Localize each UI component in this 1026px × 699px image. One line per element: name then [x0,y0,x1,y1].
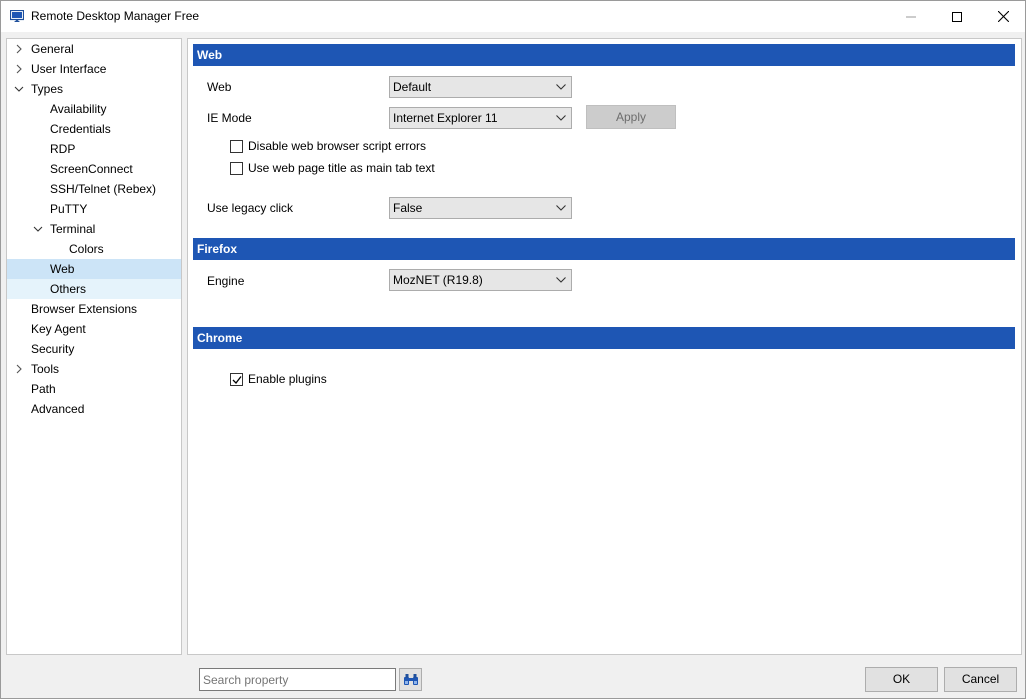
main-window: Remote Desktop Manager Free General User [0,0,1026,699]
enable-plugins-checkbox[interactable] [230,372,243,386]
chevron-right-icon[interactable] [14,64,24,74]
tree-item-security[interactable]: Security [7,339,181,359]
tree-item-label: Colors [69,242,104,256]
web-select-value: Default [393,80,432,94]
binoculars-icon [403,673,418,685]
search-input[interactable] [203,669,395,690]
engine-select-value: MozNET (R19.8) [393,273,483,287]
chevron-right-icon[interactable] [14,44,24,54]
window-title: Remote Desktop Manager Free [31,9,200,23]
minimize-button[interactable] [888,1,934,32]
close-button[interactable] [980,1,1026,32]
chevron-down-icon[interactable] [33,224,43,234]
checkmark-icon [232,375,242,384]
tree-item-label: Key Agent [31,322,86,336]
section-header-firefox: Firefox [193,238,1015,260]
tree-item-screenconnect[interactable]: ScreenConnect [7,159,181,179]
disable-script-errors-label: Disable web browser script errors [248,139,427,153]
disable-script-errors-checkbox[interactable] [230,139,243,153]
tree-item-label: ScreenConnect [50,162,133,176]
ie-mode-label: IE Mode [207,111,252,125]
tree-item-advanced[interactable]: Advanced [7,399,181,419]
maximize-icon [952,11,962,22]
web-select[interactable]: Default [389,76,572,98]
tree-item-label: RDP [50,142,76,156]
tree-item-label: Terminal [50,222,96,236]
property-panel: Web Web Default IE Mode Internet Explore… [187,38,1022,655]
title-bar: Remote Desktop Manager Free [1,1,1025,32]
tree-item-availability[interactable]: Availability [7,99,181,119]
tree-item-label: General [31,42,74,56]
apply-button[interactable]: Apply [586,105,676,129]
tree-item-user-interface[interactable]: User Interface [7,59,181,79]
enable-plugins-row[interactable]: Enable plugins [230,371,327,387]
tree-item-label: Browser Extensions [31,302,138,316]
legacy-click-label: Use legacy click [207,201,294,215]
tree-item-label: Advanced [31,402,85,416]
tree-item-label: PuTTY [50,202,88,216]
section-header-chrome: Chrome [193,327,1015,349]
tree-item-key-agent[interactable]: Key Agent [7,319,181,339]
tree-item-browser-extensions[interactable]: Browser Extensions [7,299,181,319]
chevron-down-icon[interactable] [14,84,24,94]
enable-plugins-label: Enable plugins [248,372,327,386]
tree-item-label: Security [31,342,75,356]
tree-item-tools[interactable]: Tools [7,359,181,379]
use-page-title-label: Use web page title as main tab text [248,161,435,175]
legacy-click-select-value: False [393,201,423,215]
tree-item-label: SSH/Telnet (Rebex) [50,182,157,196]
tree-item-label: Availability [50,102,107,116]
chevron-down-icon [556,205,566,211]
tree-item-label: Tools [31,362,60,376]
tree-item-label: User Interface [31,62,107,76]
tree-item-label: Credentials [50,122,111,136]
disable-script-errors-row[interactable]: Disable web browser script errors [230,138,426,154]
tree-item-label: Path [31,382,56,396]
search-property-box[interactable] [199,668,396,691]
web-label: Web [207,80,232,94]
ok-button[interactable]: OK [865,667,938,692]
settings-tree: General User Interface Types Availabilit… [6,38,182,655]
tree-item-credentials[interactable]: Credentials [7,119,181,139]
tree-item-terminal[interactable]: Terminal [7,219,181,239]
tree-item-label: Web [50,262,75,276]
maximize-button[interactable] [934,1,980,32]
cancel-button[interactable]: Cancel [944,667,1017,692]
remote-desktop-icon [9,9,25,23]
tree-item-general[interactable]: General [7,39,181,59]
chevron-down-icon [556,115,566,121]
tree-item-label: Types [31,82,64,96]
close-icon [997,11,1009,22]
ie-mode-select[interactable]: Internet Explorer 11 [389,107,572,129]
legacy-click-select[interactable]: False [389,197,572,219]
engine-select[interactable]: MozNET (R19.8) [389,269,572,291]
tree-item-rdp[interactable]: RDP [7,139,181,159]
section-header-web: Web [193,44,1015,66]
use-page-title-row[interactable]: Use web page title as main tab text [230,160,435,176]
tree-item-types[interactable]: Types [7,79,181,99]
chevron-right-icon[interactable] [14,364,24,374]
engine-label: Engine [207,274,245,288]
minimize-icon [906,16,916,17]
tree-item-ssh-telnet[interactable]: SSH/Telnet (Rebex) [7,179,181,199]
ie-mode-select-value: Internet Explorer 11 [393,111,498,125]
chevron-down-icon [556,277,566,283]
tree-item-colors[interactable]: Colors [7,239,181,259]
tree-item-web[interactable]: Web [7,259,181,279]
chevron-down-icon [556,84,566,90]
tree-item-label: Others [50,282,87,296]
tree-item-others[interactable]: Others [7,279,181,299]
search-button[interactable] [399,668,422,691]
use-page-title-checkbox[interactable] [230,161,243,175]
tree-item-path[interactable]: Path [7,379,181,399]
tree-item-putty[interactable]: PuTTY [7,199,181,219]
